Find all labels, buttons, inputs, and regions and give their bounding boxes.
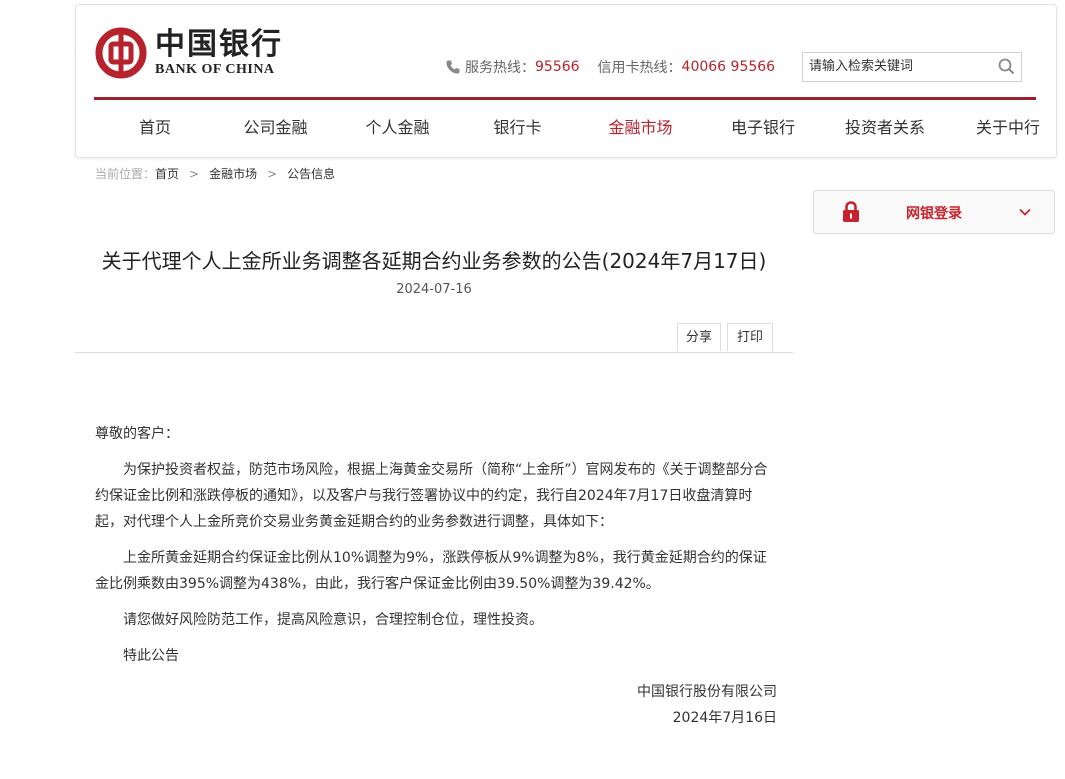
article-body: 尊敬的客户： 为保护投资者权益，防范市场风险，根据上海黄金交易所（简称“上金所”…: [95, 421, 777, 731]
service-hotline-number: 95566: [535, 59, 580, 75]
nav-item-personal[interactable]: 个人金融: [335, 105, 460, 151]
service-hotline-label: 服务热线：: [465, 60, 535, 76]
breadcrumb: 当前位置： 首页 > 金融市场 > 公告信息: [95, 165, 335, 182]
logo-chinese-name: 中国银行: [155, 27, 283, 62]
chevron-right-icon: >: [189, 166, 200, 181]
boc-logo[interactable]: 中国银行 BANK OF CHINA: [95, 27, 283, 79]
hotlines: 服务热线： 95566 信用卡热线： 40066 95566: [445, 57, 775, 77]
article-signature: 中国银行股份有限公司: [637, 684, 777, 700]
phone-icon: [446, 60, 460, 74]
article-greeting: 尊敬的客户：: [95, 426, 179, 442]
online-banking-login[interactable]: 网银登录: [813, 190, 1055, 234]
article-divider: [75, 352, 793, 353]
nav-item-cards[interactable]: 银行卡: [460, 105, 575, 151]
nav-item-investor-relations[interactable]: 投资者关系: [820, 105, 950, 151]
card-hotline-label: 信用卡热线：: [597, 60, 682, 76]
site-header: 中国银行 BANK OF CHINA 服务热线： 95566 信用卡热线： 40…: [75, 4, 1057, 158]
logo-english-name: BANK OF CHINA: [155, 62, 275, 77]
nav-item-financial-markets[interactable]: 金融市场: [575, 105, 706, 151]
article-tools: 分享 打印: [677, 323, 779, 351]
nav-item-about[interactable]: 关于中行: [950, 105, 1065, 151]
lock-icon: [843, 201, 859, 222]
article-date: 2024-07-16: [396, 282, 472, 297]
nav-item-home[interactable]: 首页: [94, 105, 216, 151]
login-label: 网银登录: [906, 206, 962, 222]
search-icon[interactable]: [998, 58, 1015, 75]
article-paragraph: 请您做好风险防范工作，提高风险意识，合理控制仓位，理性投资。: [123, 612, 543, 628]
breadcrumb-item-home[interactable]: 首页: [155, 165, 179, 182]
nav-item-e-banking[interactable]: 电子银行: [706, 105, 820, 151]
article-title: 关于代理个人上金所业务调整各延期合约业务参数的公告(2024年7月17日): [101, 249, 767, 273]
search-input[interactable]: [803, 53, 995, 79]
article-paragraph: 特此公告: [123, 648, 179, 664]
boc-logo-icon: [95, 27, 147, 79]
chevron-right-icon: >: [267, 166, 278, 181]
search-box: [802, 52, 1022, 82]
breadcrumb-lead: 当前位置：: [95, 167, 156, 181]
breadcrumb-item-markets[interactable]: 金融市场: [209, 165, 257, 182]
chevron-down-icon[interactable]: [1018, 205, 1032, 219]
article-paragraph: 上金所黄金延期合约保证金比例从10%调整为9%，涨跌停板从9%调整为8%，我行黄…: [95, 550, 767, 592]
print-button[interactable]: 打印: [727, 323, 773, 351]
nav-item-corporate[interactable]: 公司金融: [216, 105, 335, 151]
article-sign-date: 2024年7月16日: [672, 710, 777, 726]
breadcrumb-item-notices[interactable]: 公告信息: [287, 165, 335, 182]
card-hotline-number: 40066 95566: [681, 59, 776, 75]
header-divider: [94, 97, 1036, 100]
article-paragraph: 为保护投资者权益，防范市场风险，根据上海黄金交易所（简称“上金所”）官网发布的《…: [95, 462, 768, 530]
share-button[interactable]: 分享: [677, 323, 721, 351]
main-nav: 首页 公司金融 个人金融 银行卡 金融市场 电子银行 投资者关系 关于中行: [94, 105, 1040, 151]
